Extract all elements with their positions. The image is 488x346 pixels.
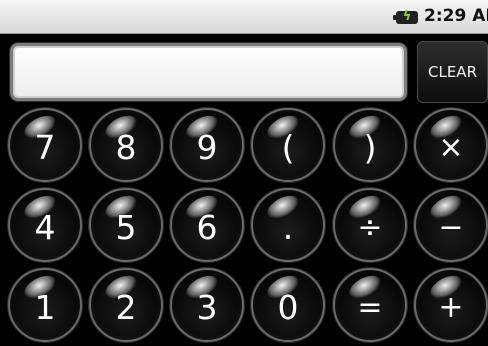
- key-label: 9: [196, 128, 218, 167]
- key-label: +: [438, 290, 464, 325]
- key-label: 6: [196, 208, 218, 247]
- status-time: 2:29 AM: [424, 6, 488, 26]
- key-minus[interactable]: −: [414, 188, 488, 262]
- status-bar: ϟ 2:29 AM: [0, 0, 488, 34]
- calculator-display[interactable]: [10, 43, 407, 101]
- key-divide[interactable]: ÷: [333, 188, 407, 262]
- key-5[interactable]: 5: [89, 188, 163, 262]
- key-label: 0: [277, 288, 299, 327]
- key-label: −: [438, 210, 464, 245]
- battery-charging-icon: ϟ: [393, 9, 418, 24]
- key-label: ×: [438, 130, 464, 165]
- key-label: (: [281, 128, 295, 167]
- clear-button[interactable]: CLEAR: [417, 41, 488, 103]
- key-7[interactable]: 7: [8, 108, 82, 182]
- key-label: 8: [115, 128, 137, 167]
- key-label: ): [363, 128, 377, 167]
- key-8[interactable]: 8: [89, 108, 163, 182]
- key-label: 4: [34, 208, 56, 247]
- key-4[interactable]: 4: [8, 188, 82, 262]
- key-label: 2: [115, 288, 137, 327]
- key-label: 3: [196, 288, 218, 327]
- key-label: .: [282, 208, 294, 247]
- key-label: 7: [34, 128, 56, 167]
- key-label: ÷: [357, 210, 383, 245]
- key-open-paren[interactable]: (: [251, 108, 325, 182]
- key-multiply[interactable]: ×: [414, 108, 488, 182]
- key-close-paren[interactable]: ): [333, 108, 407, 182]
- key-decimal[interactable]: .: [251, 188, 325, 262]
- key-label: 1: [34, 288, 56, 327]
- key-label: 5: [115, 208, 137, 247]
- keypad: 7 8 9 () × 4 5 6. ÷ − 1 2 3 0 = +: [0, 108, 488, 342]
- key-6[interactable]: 6: [170, 188, 244, 262]
- key-label: =: [357, 290, 383, 325]
- key-9[interactable]: 9: [170, 108, 244, 182]
